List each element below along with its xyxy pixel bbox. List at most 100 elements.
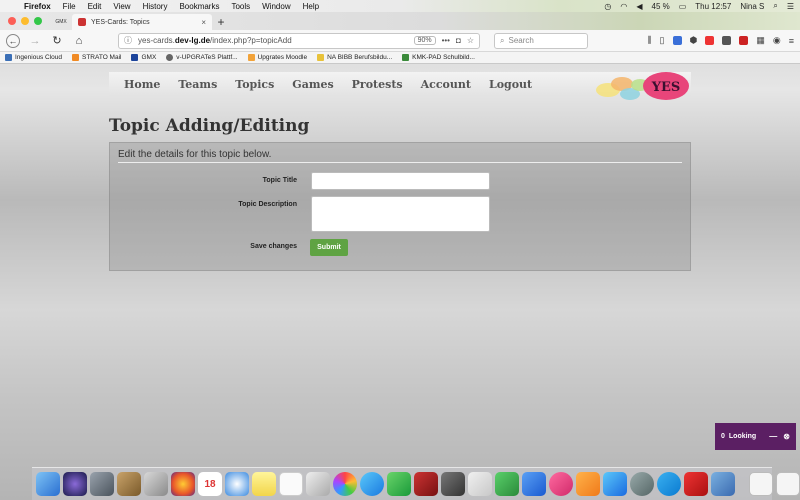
launchpad-icon[interactable]	[90, 472, 114, 496]
bookmark-star-icon[interactable]: ☆	[467, 36, 474, 45]
topic-description-textarea[interactable]	[311, 196, 490, 232]
clock-text[interactable]: Thu 12:57	[695, 2, 731, 11]
window-close-button[interactable]	[8, 17, 16, 25]
bookmark-kmk-pad[interactable]: KMK-PAD Schulbild...	[402, 54, 475, 61]
menu-file[interactable]: File	[63, 2, 76, 11]
facetime-icon[interactable]	[387, 472, 411, 496]
bookmark-upgrates-platform[interactable]: v-UPGRATeS Plattf...	[166, 54, 238, 61]
preview-icon[interactable]	[144, 472, 168, 496]
bookmark-upgrates-moodle[interactable]: Upgrates Moodle	[247, 54, 307, 61]
photos-icon[interactable]	[333, 472, 357, 496]
app-store-icon[interactable]	[603, 472, 627, 496]
bookmark-ingenious-cloud[interactable]: Ingenious Cloud	[5, 54, 62, 61]
itunes-icon[interactable]	[549, 472, 573, 496]
extension-dark-icon[interactable]	[722, 36, 732, 45]
widget-minimize-icon[interactable]: —	[769, 432, 777, 441]
reload-icon[interactable]: ↻	[50, 34, 64, 48]
extension-shield-icon[interactable]: ⬢	[690, 35, 698, 46]
extension-grid-icon[interactable]: ▦	[756, 35, 765, 46]
menu-history[interactable]: History	[143, 2, 168, 11]
app-dark-icon[interactable]	[441, 472, 465, 496]
battery-icon[interactable]: ▭	[679, 2, 687, 11]
extension-red-icon[interactable]	[739, 36, 749, 45]
menu-hamburger-icon[interactable]: ≡	[789, 36, 794, 46]
yes-logo[interactable]: YES	[594, 70, 692, 104]
stickies-icon[interactable]	[252, 472, 276, 496]
notes-app-icon[interactable]	[117, 472, 141, 496]
firefox-icon[interactable]	[171, 472, 195, 496]
notification-center-icon[interactable]: ☰	[787, 2, 794, 11]
messages-icon[interactable]	[360, 472, 384, 496]
document-icon[interactable]	[749, 472, 773, 496]
widget-close-icon[interactable]: ⊗	[783, 432, 790, 441]
wifi-icon[interactable]: ◠	[620, 2, 627, 11]
spotlight-icon[interactable]: ⌕	[773, 1, 777, 11]
sidebar-icon[interactable]: ▯	[660, 35, 665, 46]
nav-logout[interactable]: Logout	[489, 78, 532, 91]
submit-button[interactable]: Submit	[310, 239, 348, 256]
site-info-icon[interactable]: ⓘ	[124, 35, 132, 46]
menu-app-name[interactable]: Firefox	[24, 2, 51, 11]
menu-bookmarks[interactable]: Bookmarks	[179, 2, 219, 11]
safari-icon[interactable]	[225, 472, 249, 496]
browser-navbar: ← → ↻ ⌂ ⓘ yes-cards.dev-lg.de/index.php?…	[0, 30, 800, 52]
app-blue-icon[interactable]	[711, 472, 735, 496]
looking-widget[interactable]: 0 Looking — ⊗	[715, 423, 796, 450]
nav-home[interactable]: Home	[124, 78, 160, 91]
kmk-icon	[402, 54, 410, 61]
nav-topics[interactable]: Topics	[235, 78, 274, 91]
downloads-stack-icon[interactable]	[776, 472, 800, 496]
extension-blue-icon[interactable]	[672, 36, 682, 45]
tab-gmx[interactable]: GMX	[50, 14, 72, 30]
topic-form-panel: Edit the details for this topic below. T…	[109, 142, 691, 271]
topic-title-input[interactable]	[311, 172, 490, 190]
library-icon[interactable]: ⫼	[647, 35, 651, 46]
siri-icon[interactable]	[63, 472, 87, 496]
battery-text[interactable]: 45 %	[652, 2, 670, 11]
window-zoom-button[interactable]	[34, 17, 42, 25]
tab-yes-cards[interactable]: YES-Cards: Topics ×	[72, 14, 212, 30]
acrobat-icon[interactable]	[684, 472, 708, 496]
numbers-icon[interactable]	[495, 472, 519, 496]
volume-icon[interactable]: ◀	[636, 2, 642, 11]
nav-account[interactable]: Account	[421, 78, 471, 91]
page-actions-icon[interactable]: •••	[442, 36, 450, 45]
pages-icon[interactable]	[468, 472, 492, 496]
ibooks-icon[interactable]	[576, 472, 600, 496]
nav-games[interactable]: Games	[292, 78, 333, 91]
nav-protests[interactable]: Protests	[352, 78, 403, 91]
reminders-icon[interactable]	[279, 472, 303, 496]
menu-edit[interactable]: Edit	[88, 2, 102, 11]
home-icon[interactable]: ⌂	[72, 34, 86, 48]
system-preferences-icon[interactable]	[630, 472, 654, 496]
window-minimize-button[interactable]	[21, 17, 29, 25]
bookmark-gmx[interactable]: GMX	[131, 54, 156, 61]
finder-icon[interactable]	[36, 472, 60, 496]
pocket-icon[interactable]: ◘	[456, 36, 461, 45]
menu-help[interactable]: Help	[303, 2, 319, 11]
menu-tools[interactable]: Tools	[231, 2, 250, 11]
user-name[interactable]: Nina S	[740, 2, 764, 11]
bookmark-na-bibb[interactable]: NA BIBB Berufsbildu...	[317, 54, 392, 61]
zoom-indicator[interactable]: 90%	[413, 36, 436, 45]
bookmark-strato-mail[interactable]: STRATO Mail	[71, 54, 121, 61]
textedit-icon[interactable]	[306, 472, 330, 496]
search-box[interactable]: ⌕ Search	[494, 32, 588, 49]
skype-icon[interactable]	[657, 472, 681, 496]
tab-close-icon[interactable]: ×	[201, 18, 206, 27]
menu-view[interactable]: View	[113, 2, 130, 11]
back-arrow-icon[interactable]: ←	[6, 33, 20, 48]
extension-circle-icon[interactable]: ◉	[773, 35, 781, 46]
adblock-icon[interactable]	[705, 36, 715, 45]
calendar-icon[interactable]: 18	[198, 472, 222, 496]
new-tab-button[interactable]: +	[212, 14, 230, 30]
forward-arrow-icon[interactable]: →	[28, 34, 42, 48]
nav-teams[interactable]: Teams	[178, 78, 217, 91]
url-domain: dev-lg.de	[174, 36, 211, 45]
timer-icon[interactable]: ◷	[604, 2, 611, 11]
url-bar[interactable]: ⓘ yes-cards.dev-lg.de/index.php?p=topicA…	[118, 32, 480, 49]
keynote-icon[interactable]	[522, 472, 546, 496]
url-text[interactable]: yes-cards.dev-lg.de/index.php?p=topicAdd	[138, 36, 408, 45]
photo-booth-icon[interactable]	[414, 472, 438, 496]
menu-window[interactable]: Window	[262, 2, 290, 11]
